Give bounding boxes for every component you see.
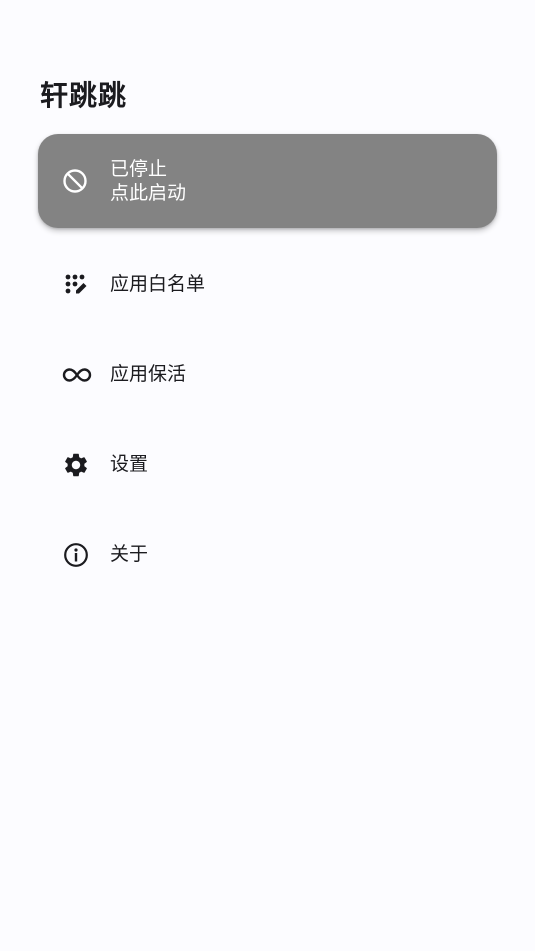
status-line-tap-to-start: 点此启动 <box>110 182 187 204</box>
menu-item-about[interactable]: 关于 <box>38 524 497 584</box>
app-title: 轩跳跳 <box>40 79 128 112</box>
block-icon <box>62 168 88 194</box>
menu-item-label: 应用白名单 <box>110 273 206 295</box>
app-registration-icon <box>62 271 90 299</box>
info-icon <box>62 541 90 569</box>
gear-icon <box>62 451 90 479</box>
status-line-stopped: 已停止 <box>110 158 168 180</box>
menu-item-label: 设置 <box>110 453 149 475</box>
menu-item-app-keepalive[interactable]: 应用保活 <box>38 344 497 404</box>
status-text: 已停止 点此启动 <box>110 157 186 205</box>
menu-item-label: 应用保活 <box>110 363 187 385</box>
infinity-icon <box>62 361 92 389</box>
menu-item-app-whitelist[interactable]: 应用白名单 <box>38 254 497 314</box>
menu-item-label: 关于 <box>110 543 149 565</box>
service-status-card[interactable]: 已停止 点此启动 <box>38 134 497 228</box>
menu-item-settings[interactable]: 设置 <box>38 434 497 494</box>
